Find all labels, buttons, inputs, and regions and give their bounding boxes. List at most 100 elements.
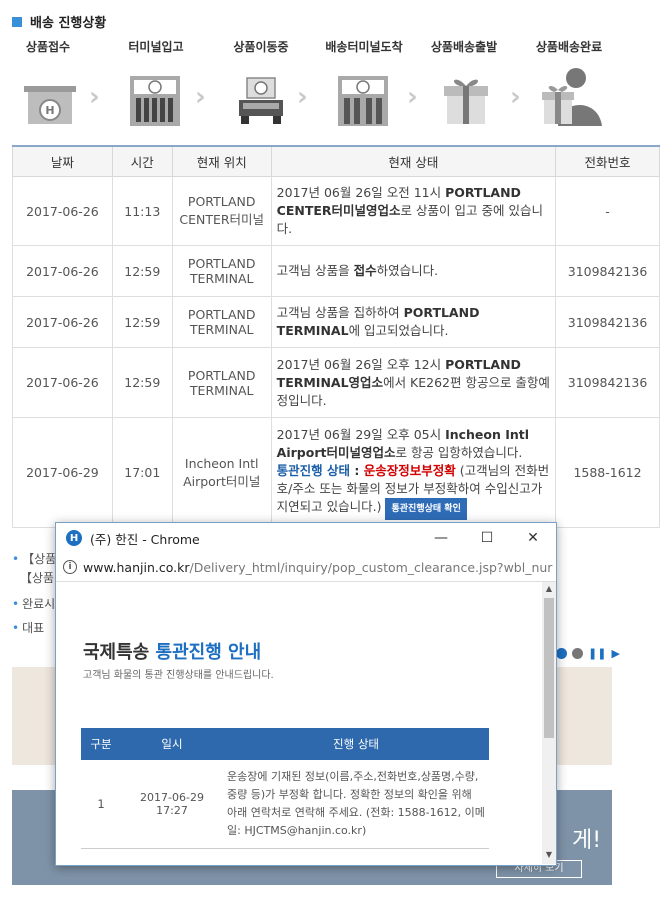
tracking-table: 날짜 시간 현재 위치 현재 상태 전화번호 2017-06-26 11:13 …	[12, 145, 660, 528]
cell-phone: 3109842136	[555, 347, 660, 418]
cell-status: 고객님 상품을 접수하였습니다.	[270, 245, 557, 297]
info-icon[interactable]: i	[63, 560, 77, 574]
note-item: • 완료시	[12, 597, 56, 611]
header-progress: 진행 상태	[223, 728, 489, 760]
popup-window: H (주) 한진 - Chrome — ☐ ✕ i www.hanjin.co.…	[55, 522, 557, 866]
status-bold: 접수	[353, 263, 377, 278]
carousel-controls: ❚❚ ▶	[556, 647, 620, 660]
cell-location: PORTLAND TERMINAL	[171, 296, 272, 348]
close-icon[interactable]: ✕	[510, 523, 556, 553]
header-status: 현재 상태	[270, 145, 557, 177]
popup-titlebar[interactable]: H (주) 한진 - Chrome — ☐ ✕	[56, 523, 556, 553]
popup-heading: 국제특송 통관진행 안내	[83, 638, 261, 664]
cell-time: 12:59	[111, 296, 173, 348]
table-row: 2017-06-26 11:13 PORTLAND CENTER터미널 2017…	[12, 176, 660, 246]
customs-status-button[interactable]: 통관진행상태 확인	[385, 497, 467, 520]
step-label-arrived: 배송터미널도착	[325, 40, 403, 54]
cell-time: 12:59	[111, 245, 173, 297]
cell-phone: 3109842136	[555, 296, 660, 348]
popup-title: (주) 한진 - Chrome	[90, 531, 200, 547]
cell-date: 2017-06-26	[12, 176, 113, 246]
section-title-text: 배송 진행상황	[30, 16, 107, 31]
svg-text:H: H	[45, 104, 54, 117]
cell-location: PORTLAND TERMINAL	[171, 347, 272, 418]
scroll-thumb[interactable]	[544, 598, 554, 738]
popup-content: 국제특송 통관진행 안내 고객님 화물의 통관 진행상태를 안내드립니다. 구분…	[56, 582, 542, 864]
step-arrow-icon: ›	[195, 82, 206, 112]
table-row: 1 2017-06-29 17:27 운송장에 기재된 정보(이름,주소,전화번…	[81, 760, 489, 849]
carousel-dot-active[interactable]	[556, 648, 567, 659]
pause-icon[interactable]: ❚❚	[588, 647, 606, 660]
cell-phone: 1588-1612	[555, 417, 660, 528]
note-text: 【상품	[20, 571, 55, 585]
status-text: 2017년 06월 26일 오전 11시	[276, 185, 446, 200]
status-text: 에 입고되었습니다.	[348, 323, 449, 338]
heading-highlight: 통관진행 안내	[155, 642, 262, 663]
minimize-icon[interactable]: —	[418, 523, 464, 553]
cell-status: 고객님 상품을 집하하여 PORTLAND TERMINAL에 입고되었습니다.	[270, 296, 557, 348]
step-arrow-icon: ›	[510, 82, 521, 112]
hanjin-logo-icon: H	[66, 530, 82, 546]
truck-icon	[239, 77, 283, 124]
table-row: 2017-06-26 12:59 PORTLAND TERMINAL 2017년…	[12, 347, 660, 418]
cell-location: PORTLAND TERMINAL	[171, 245, 272, 297]
table-row: 2017-06-26 12:59 PORTLAND TERMINAL 고객님 상…	[12, 245, 660, 297]
cell-date: 2017-06-26	[12, 245, 113, 297]
cell-progress: 운송장에 기재된 정보(이름,주소,전화번호,상품명,수량,중량 등)가 부정확…	[223, 760, 489, 849]
table-row: 2017-06-26 12:59 PORTLAND TERMINAL 고객님 상…	[12, 296, 660, 348]
note-text: 【상품	[22, 552, 57, 566]
note-item: 【상품	[20, 569, 54, 586]
cell-date: 2017-06-26	[12, 296, 113, 348]
customs-value: 운송장정보부정확	[363, 462, 456, 478]
status-text: 로 항공 입항하였습니다.	[395, 444, 523, 460]
step-arrow-icon: ›	[297, 82, 308, 112]
cell-time: 17:01	[111, 417, 173, 528]
cell-date: 2017-06-26	[12, 347, 113, 418]
note-text: 완료시	[22, 597, 56, 611]
cell-phone: -	[555, 176, 660, 246]
step-label-received: 상품접수	[25, 40, 71, 54]
cell-time: 12:59	[111, 347, 173, 418]
cell-location: PORTLAND CENTER터미널	[171, 176, 272, 246]
cell-status: 2017년 06월 26일 오전 11시 PORTLAND CENTER터미널영…	[270, 176, 557, 246]
counter-icon: H	[24, 86, 76, 124]
cell-time: 11:13	[111, 176, 173, 246]
step-arrow-icon: ›	[89, 82, 100, 112]
customs-separator: :	[350, 462, 364, 478]
terminal-in-icon	[130, 76, 180, 126]
carousel-dot[interactable]	[572, 648, 583, 659]
tracking-table-header: 날짜 시간 현재 위치 현재 상태 전화번호	[12, 145, 660, 177]
cell-status: 2017년 06월 29일 오후 05시 Incheon Intl Airpor…	[270, 417, 557, 528]
cell-date: 2017-06-29	[12, 417, 113, 528]
note-text: 대표	[22, 621, 45, 635]
header-datetime: 일시	[121, 728, 223, 760]
header-no: 구분	[81, 728, 121, 760]
note-item: • 대표	[12, 621, 45, 635]
step-label-delivered: 상품배송완료	[535, 40, 603, 54]
terminal-arrive-icon	[338, 76, 388, 126]
popup-scrollbar[interactable]: ▲ ▼	[542, 582, 556, 864]
maximize-icon[interactable]: ☐	[464, 523, 510, 553]
status-text: 고객님 상품을	[276, 263, 354, 278]
customs-table-header: 구분 일시 진행 상태	[81, 728, 489, 760]
section-bullet-icon	[12, 16, 22, 27]
delivered-person-icon	[542, 68, 602, 126]
note-item: • 【상품	[12, 552, 57, 566]
step-label-terminal-in: 터미널입고	[128, 40, 184, 54]
header-date: 날짜	[12, 145, 113, 177]
step-label-moving: 상품이동중	[233, 40, 289, 54]
header-phone: 전화번호	[555, 145, 660, 177]
scroll-up-icon[interactable]: ▲	[542, 584, 556, 593]
gift-box-icon	[444, 79, 488, 124]
status-text: 고객님 상품을 집하하여	[276, 305, 404, 320]
next-icon[interactable]: ▶	[611, 647, 619, 660]
header-time: 시간	[111, 145, 173, 177]
step-arrow-icon: ›	[407, 82, 418, 112]
address-host: www.hanjin.co.kr	[83, 559, 190, 575]
customs-label: 통관진행 상태	[276, 462, 351, 478]
scroll-down-icon[interactable]: ▼	[542, 850, 556, 859]
cell-no: 1	[81, 760, 121, 849]
customs-table: 구분 일시 진행 상태 1 2017-06-29 17:27 운송장에 기재된 …	[81, 728, 489, 849]
popup-subheading: 고객님 화물의 통관 진행상태를 안내드립니다.	[83, 670, 274, 681]
address-bar[interactable]: i www.hanjin.co.kr/Delivery_html/inquiry…	[56, 553, 556, 582]
